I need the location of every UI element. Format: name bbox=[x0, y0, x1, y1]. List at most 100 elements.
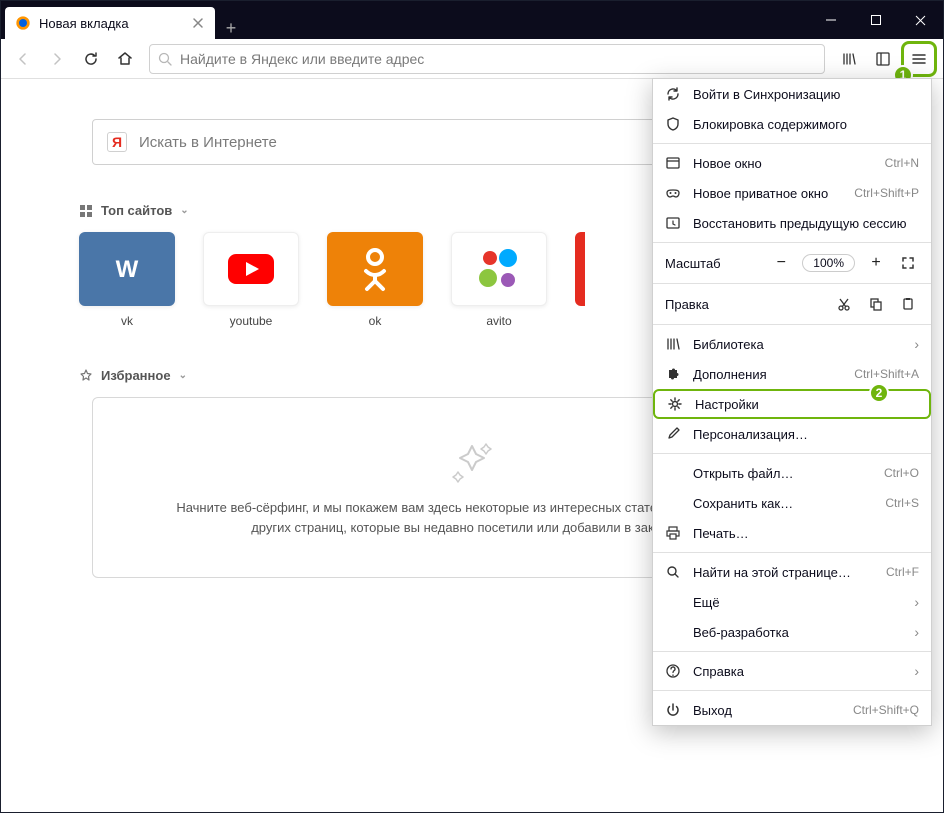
tab-title: Новая вкладка bbox=[39, 16, 191, 31]
home-button[interactable] bbox=[109, 43, 141, 75]
gear-icon bbox=[667, 396, 683, 412]
shield-icon bbox=[665, 116, 681, 132]
menu-open-file[interactable]: Открыть файл… Ctrl+O bbox=[653, 458, 931, 488]
menu-separator bbox=[653, 453, 931, 454]
menu-edit-row: Правка bbox=[653, 288, 931, 320]
menu-separator bbox=[653, 242, 931, 243]
chevron-down-icon: ⌄ bbox=[180, 205, 188, 216]
menu-label: Персонализация… bbox=[693, 427, 919, 442]
vk-icon: W bbox=[79, 232, 175, 306]
blank-icon bbox=[665, 594, 681, 610]
tile-ok[interactable]: ok bbox=[327, 232, 423, 328]
tile-label: avito bbox=[451, 314, 547, 328]
menu-content-blocking[interactable]: Блокировка содержимого bbox=[653, 109, 931, 139]
edit-label: Правка bbox=[665, 297, 823, 312]
paintbrush-icon bbox=[665, 426, 681, 442]
menu-label: Сохранить как… bbox=[693, 496, 873, 511]
menu-label: Новое окно bbox=[693, 156, 873, 171]
svg-text:W: W bbox=[116, 256, 139, 283]
menu-sync[interactable]: Войти в Синхронизацию bbox=[653, 79, 931, 109]
menu-label: Библиотека bbox=[693, 337, 902, 352]
sparkle-icon bbox=[448, 438, 496, 486]
back-button bbox=[7, 43, 39, 75]
paste-button[interactable] bbox=[897, 293, 919, 315]
forward-button bbox=[41, 43, 73, 75]
callout-badge-2: 2 bbox=[869, 383, 889, 403]
menu-shortcut: Ctrl+N bbox=[885, 156, 919, 170]
copy-button[interactable] bbox=[865, 293, 887, 315]
menu-new-window[interactable]: Новое окно Ctrl+N bbox=[653, 148, 931, 178]
blank-icon bbox=[665, 495, 681, 511]
menu-zoom-row: Масштаб − 100% + bbox=[653, 247, 931, 279]
menu-addons[interactable]: Дополнения Ctrl+Shift+A bbox=[653, 359, 931, 389]
zoom-value[interactable]: 100% bbox=[802, 254, 855, 272]
menu-label: Печать… bbox=[693, 526, 919, 541]
menu-find[interactable]: Найти на этой странице… Ctrl+F bbox=[653, 557, 931, 587]
zoom-in-button[interactable]: + bbox=[865, 252, 887, 274]
menu-label: Веб-разработка bbox=[693, 625, 902, 640]
app-menu-button[interactable]: 1 bbox=[901, 41, 937, 77]
menu-shortcut: Ctrl+Shift+A bbox=[854, 367, 919, 381]
fullscreen-button[interactable] bbox=[897, 252, 919, 274]
chevron-right-icon: › bbox=[914, 594, 919, 610]
menu-help[interactable]: Справка › bbox=[653, 656, 931, 686]
window-controls bbox=[808, 1, 943, 39]
menu-label: Найти на этой странице… bbox=[693, 565, 874, 580]
close-tab-icon[interactable] bbox=[191, 16, 205, 30]
maximize-button[interactable] bbox=[853, 1, 898, 39]
zoom-out-button[interactable]: − bbox=[770, 252, 792, 274]
menu-exit[interactable]: Выход Ctrl+Shift+Q bbox=[653, 695, 931, 725]
blank-icon bbox=[665, 465, 681, 481]
menu-new-private-window[interactable]: Новое приватное окно Ctrl+Shift+P bbox=[653, 178, 931, 208]
blank-icon bbox=[665, 624, 681, 640]
menu-separator bbox=[653, 283, 931, 284]
menu-shortcut: Ctrl+F bbox=[886, 565, 919, 579]
avito-icon bbox=[451, 232, 547, 306]
menu-shortcut: Ctrl+Shift+Q bbox=[853, 703, 919, 717]
menu-label: Новое приватное окно bbox=[693, 186, 842, 201]
reload-button[interactable] bbox=[75, 43, 107, 75]
menu-library[interactable]: Библиотека › bbox=[653, 329, 931, 359]
tile-avito[interactable]: avito bbox=[451, 232, 547, 328]
tab-strip: Новая вкладка + bbox=[1, 1, 808, 39]
top-sites-label: Топ сайтов bbox=[101, 203, 172, 218]
url-bar[interactable]: Найдите в Яндекс или введите адрес bbox=[149, 44, 825, 74]
cut-button[interactable] bbox=[833, 293, 855, 315]
library-button[interactable] bbox=[833, 43, 865, 75]
app-menu: Войти в Синхронизацию Блокировка содержи… bbox=[652, 78, 932, 726]
menu-customize[interactable]: Персонализация… bbox=[653, 419, 931, 449]
menu-label: Справка bbox=[693, 664, 902, 679]
menu-label: Блокировка содержимого bbox=[693, 117, 919, 132]
menu-separator bbox=[653, 143, 931, 144]
tab-active[interactable]: Новая вкладка bbox=[5, 7, 215, 39]
menu-separator bbox=[653, 552, 931, 553]
menu-more[interactable]: Ещё › bbox=[653, 587, 931, 617]
menu-web-developer[interactable]: Веб-разработка › bbox=[653, 617, 931, 647]
tile-youtube[interactable]: youtube bbox=[203, 232, 299, 328]
menu-save-as[interactable]: Сохранить как… Ctrl+S bbox=[653, 488, 931, 518]
library-icon bbox=[665, 336, 681, 352]
nav-toolbar: Найдите в Яндекс или введите адрес 1 bbox=[1, 39, 943, 79]
tile-partial[interactable] bbox=[575, 232, 585, 306]
close-window-button[interactable] bbox=[898, 1, 943, 39]
minimize-button[interactable] bbox=[808, 1, 853, 39]
highlights-label: Избранное bbox=[101, 368, 171, 383]
url-placeholder: Найдите в Яндекс или введите адрес bbox=[180, 51, 424, 67]
search-icon bbox=[158, 52, 172, 66]
tile-vk[interactable]: W vk bbox=[79, 232, 175, 328]
ok-icon bbox=[327, 232, 423, 306]
menu-label: Выход bbox=[693, 703, 841, 718]
menu-label: Войти в Синхронизацию bbox=[693, 87, 919, 102]
menu-shortcut: Ctrl+S bbox=[885, 496, 919, 510]
menu-print[interactable]: Печать… bbox=[653, 518, 931, 548]
menu-restore-session[interactable]: Восстановить предыдущую сессию bbox=[653, 208, 931, 238]
chevron-down-icon: ⌄ bbox=[179, 370, 187, 381]
menu-separator bbox=[653, 324, 931, 325]
new-tab-button[interactable]: + bbox=[215, 18, 247, 39]
sync-icon bbox=[665, 86, 681, 102]
restore-icon bbox=[665, 215, 681, 231]
search-icon bbox=[665, 564, 681, 580]
menu-settings[interactable]: Настройки 2 bbox=[653, 389, 931, 419]
tile-label: ok bbox=[327, 314, 423, 328]
help-icon bbox=[665, 663, 681, 679]
